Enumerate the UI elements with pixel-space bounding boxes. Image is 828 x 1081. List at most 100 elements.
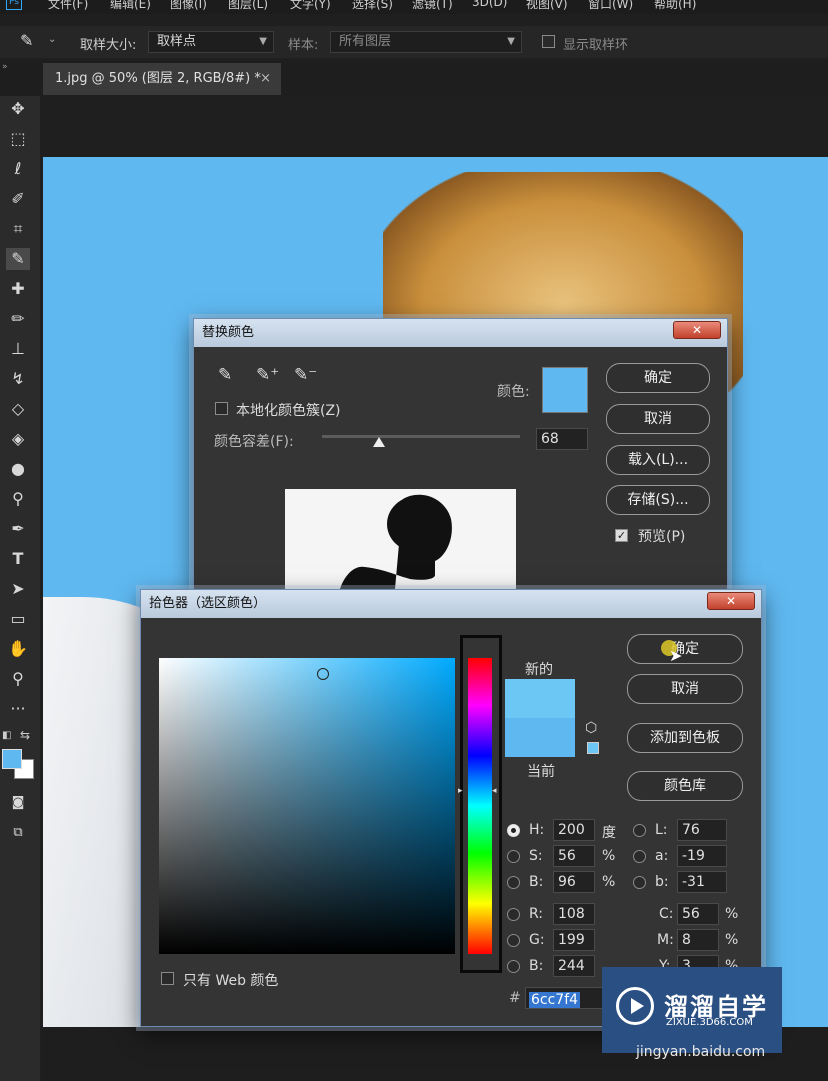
hsb-s-radio[interactable] — [507, 850, 520, 863]
picker-cancel-button[interactable]: 取消 — [627, 674, 743, 704]
quick-mask-icon[interactable]: ◙ — [6, 792, 30, 814]
eyedropper-minus-icon[interactable]: ✎⁻ — [294, 365, 317, 385]
color-field[interactable] — [159, 658, 455, 954]
rgb-b-radio[interactable] — [507, 960, 520, 973]
sample-size-select[interactable]: 取样点 ▼ — [148, 31, 274, 53]
hand-tool-icon[interactable]: ✋ — [6, 638, 30, 660]
hue-slider-right-arrow[interactable]: ◂ — [492, 786, 497, 796]
menu-type[interactable]: 文字(Y) — [290, 0, 331, 12]
default-colors-icon[interactable]: ◧ — [2, 730, 11, 741]
menu-3d[interactable]: 3D(D) — [472, 0, 507, 9]
lab-l-radio[interactable] — [633, 824, 646, 837]
hue-slider[interactable] — [468, 658, 492, 954]
eraser-tool-icon[interactable]: ◇ — [6, 398, 30, 420]
magenta-input[interactable]: 8 — [677, 929, 719, 951]
rgb-r-radio[interactable] — [507, 908, 520, 921]
current-color-label: 当前 — [527, 764, 555, 780]
lab-a-input[interactable]: -19 — [677, 845, 727, 867]
replace-color-swatch[interactable] — [542, 367, 588, 413]
cube-icon[interactable]: ⬡ — [585, 720, 597, 736]
color-field-cursor[interactable] — [317, 668, 329, 680]
hex-input[interactable]: 6cc7f4 — [525, 987, 605, 1009]
move-tool-icon[interactable]: ✥ — [6, 98, 30, 120]
hsb-b-radio[interactable] — [507, 876, 520, 889]
swap-colors-icon[interactable]: ⇆ — [20, 728, 30, 742]
crop-tool-icon[interactable]: ⌗ — [6, 218, 30, 240]
menu-help[interactable]: 帮助(H) — [654, 0, 696, 12]
close-icon[interactable]: ✕ — [673, 321, 721, 339]
credit-text: jingyan.baidu.com — [636, 1044, 766, 1060]
tolerance-input[interactable]: 68 — [536, 428, 588, 450]
menu-layer[interactable]: 图层(L) — [228, 0, 268, 12]
menu-edit[interactable]: 编辑(E) — [110, 0, 151, 12]
menu-window[interactable]: 窗口(W) — [588, 0, 633, 12]
history-brush-tool-icon[interactable]: ↯ — [6, 368, 30, 390]
radio-dot — [511, 828, 516, 833]
eyedropper-icon[interactable]: ✎ — [218, 365, 232, 385]
menu-filter[interactable]: 滤镜(T) — [412, 0, 453, 12]
hue-unit: 度 — [602, 825, 616, 841]
hex-value: 6cc7f4 — [529, 992, 581, 1008]
eyedropper-icon[interactable]: ✎ — [20, 31, 33, 50]
localized-clusters-label: 本地化颜色簇(Z) — [236, 403, 341, 419]
marquee-tool-icon[interactable]: ⬚ — [6, 128, 30, 150]
add-to-swatches-button[interactable]: 添加到色板 — [627, 723, 743, 753]
tolerance-slider[interactable] — [322, 435, 520, 438]
preview-checkbox[interactable]: ✓ — [615, 529, 628, 542]
quick-select-tool-icon[interactable]: ✐ — [6, 188, 30, 210]
web-colors-checkbox[interactable] — [161, 972, 174, 985]
play-logo-icon — [616, 987, 654, 1025]
panel-expand-icon[interactable]: » — [2, 62, 8, 72]
lab-b-input[interactable]: -31 — [677, 871, 727, 893]
rgb-g-radio[interactable] — [507, 934, 520, 947]
save-button[interactable]: 存储(S)... — [606, 485, 710, 515]
saturation-input[interactable]: 56 — [553, 845, 595, 867]
menu-image[interactable]: 图像(I) — [170, 0, 207, 12]
healing-brush-tool-icon[interactable]: ✚ — [6, 278, 30, 300]
replace-ok-button[interactable]: 确定 — [606, 363, 710, 393]
web-safe-swatch[interactable] — [587, 742, 599, 754]
hue-input[interactable]: 200 — [553, 819, 595, 841]
close-tab-icon[interactable]: × — [260, 63, 271, 95]
type-tool-icon[interactable]: T — [6, 548, 30, 570]
lab-l-input[interactable]: 76 — [677, 819, 727, 841]
menu-select[interactable]: 选择(S) — [352, 0, 393, 12]
eyedropper-plus-icon[interactable]: ✎⁺ — [256, 365, 279, 385]
localized-clusters-checkbox[interactable] — [215, 402, 228, 415]
rectangle-tool-icon[interactable]: ▭ — [6, 608, 30, 630]
menu-view[interactable]: 视图(V) — [526, 0, 568, 12]
chevron-down-icon[interactable]: ⌄ — [48, 34, 56, 45]
red-input[interactable]: 108 — [553, 903, 595, 925]
pen-tool-icon[interactable]: ✒ — [6, 518, 30, 540]
load-button[interactable]: 载入(L)... — [606, 445, 710, 475]
blur-tool-icon[interactable]: ● — [6, 458, 30, 480]
green-input[interactable]: 199 — [553, 929, 595, 951]
stamp-tool-icon[interactable]: ⊥ — [6, 338, 30, 360]
picker-ok-button[interactable]: 确定 — [627, 634, 743, 664]
more-tools-icon[interactable]: ··· — [6, 698, 30, 720]
current-color-swatch[interactable] — [505, 718, 575, 757]
foreground-color-swatch[interactable] — [2, 749, 22, 769]
show-ring-checkbox[interactable] — [542, 35, 555, 48]
blue-input[interactable]: 244 — [553, 955, 595, 977]
dodge-tool-icon[interactable]: ⚲ — [6, 488, 30, 510]
lasso-tool-icon[interactable]: ℓ — [6, 158, 30, 180]
screen-mode-icon[interactable]: ⧉ — [6, 822, 30, 844]
hue-slider-left-arrow[interactable]: ▸ — [458, 786, 463, 796]
close-icon[interactable]: ✕ — [707, 592, 755, 610]
replace-cancel-button[interactable]: 取消 — [606, 404, 710, 434]
zoom-tool-icon[interactable]: ⚲ — [6, 668, 30, 690]
lab-b-radio[interactable] — [633, 876, 646, 889]
path-select-tool-icon[interactable]: ➤ — [6, 578, 30, 600]
brush-tool-icon[interactable]: ✏ — [6, 308, 30, 330]
sample-select[interactable]: 所有图层 ▼ — [330, 31, 522, 53]
paint-bucket-tool-icon[interactable]: ◈ — [6, 428, 30, 450]
tolerance-slider-thumb[interactable] — [373, 437, 386, 447]
menu-file[interactable]: 文件(F) — [48, 0, 88, 12]
lab-a-radio[interactable] — [633, 850, 646, 863]
cyan-input[interactable]: 56 — [677, 903, 719, 925]
document-tab[interactable]: 1.jpg @ 50% (图层 2, RGB/8#) * × — [43, 63, 281, 95]
eyedropper-tool-icon[interactable]: ✎ — [6, 248, 30, 270]
color-libraries-button[interactable]: 颜色库 — [627, 771, 743, 801]
brightness-input[interactable]: 96 — [553, 871, 595, 893]
